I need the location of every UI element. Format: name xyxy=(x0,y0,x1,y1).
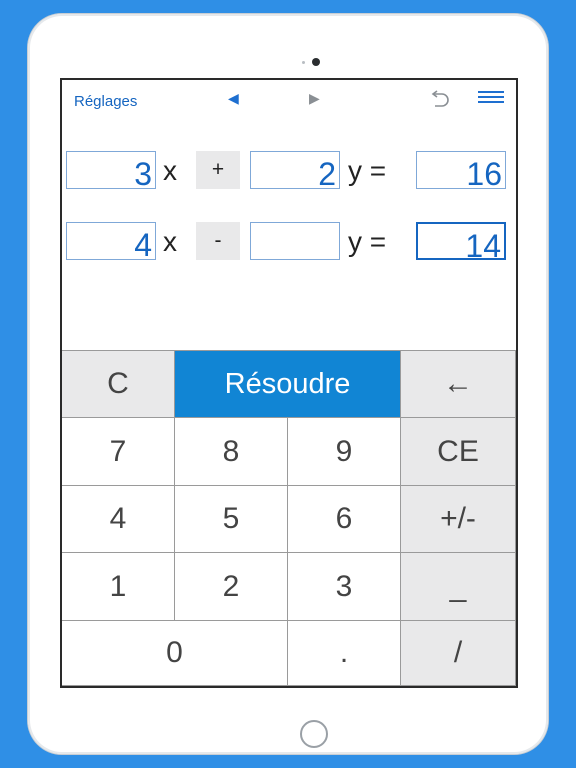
sign-toggle-button[interactable]: +/- xyxy=(401,486,516,553)
key-3[interactable]: 3 xyxy=(288,553,401,621)
key-8[interactable]: 8 xyxy=(175,418,288,486)
eq2-x-variable: x xyxy=(163,226,177,257)
key-1[interactable]: 1 xyxy=(62,553,175,621)
decimal-point-button[interactable]: . xyxy=(288,621,401,686)
keypad: C Résoudre ← 7 8 9 CE 4 5 6 +/- 1 2 3 _ … xyxy=(62,350,516,686)
key-4[interactable]: 4 xyxy=(62,486,175,553)
clear-entry-button[interactable]: CE xyxy=(401,418,516,486)
key-2[interactable]: 2 xyxy=(175,553,288,621)
underscore-button[interactable]: _ xyxy=(401,553,516,621)
clear-button[interactable]: C xyxy=(62,351,175,418)
key-9[interactable]: 9 xyxy=(288,418,401,486)
previous-arrow-icon[interactable]: ◀ xyxy=(228,90,239,107)
eq1-x-coefficient-input[interactable]: 3 xyxy=(66,151,156,192)
menu-icon[interactable] xyxy=(478,91,504,105)
slash-button[interactable]: / xyxy=(401,621,516,686)
eq2-result-input[interactable]: 14 xyxy=(416,222,506,264)
undo-icon[interactable] xyxy=(428,89,450,109)
eq2-y-coefficient-input[interactable] xyxy=(250,222,340,260)
sensor-dot xyxy=(302,61,305,64)
backspace-button[interactable]: ← xyxy=(401,351,516,418)
settings-link[interactable]: Réglages xyxy=(74,93,137,110)
eq2-y-variable: y = xyxy=(348,226,387,257)
key-7[interactable]: 7 xyxy=(62,418,175,486)
solve-button[interactable]: Résoudre xyxy=(175,351,401,418)
eq2-x-coefficient-input[interactable]: 4 xyxy=(66,222,156,263)
home-button[interactable] xyxy=(300,720,328,748)
key-5[interactable]: 5 xyxy=(175,486,288,553)
camera-icon xyxy=(312,58,320,66)
key-0[interactable]: 0 xyxy=(62,621,288,686)
eq1-y-coefficient-input[interactable]: 2 xyxy=(250,151,340,192)
eq1-y-variable: y = xyxy=(348,155,387,186)
eq1-x-variable: x xyxy=(163,155,177,186)
eq2-operator-button[interactable]: - xyxy=(196,222,240,260)
eq1-operator-button[interactable]: + xyxy=(196,151,240,189)
next-arrow-icon[interactable]: ▶ xyxy=(309,90,320,107)
app-screen: Réglages ◀ ▶ 3 x + 2 y = 16 4 x - y = 14… xyxy=(60,78,518,688)
key-6[interactable]: 6 xyxy=(288,486,401,553)
eq1-result-input[interactable]: 16 xyxy=(416,151,506,192)
